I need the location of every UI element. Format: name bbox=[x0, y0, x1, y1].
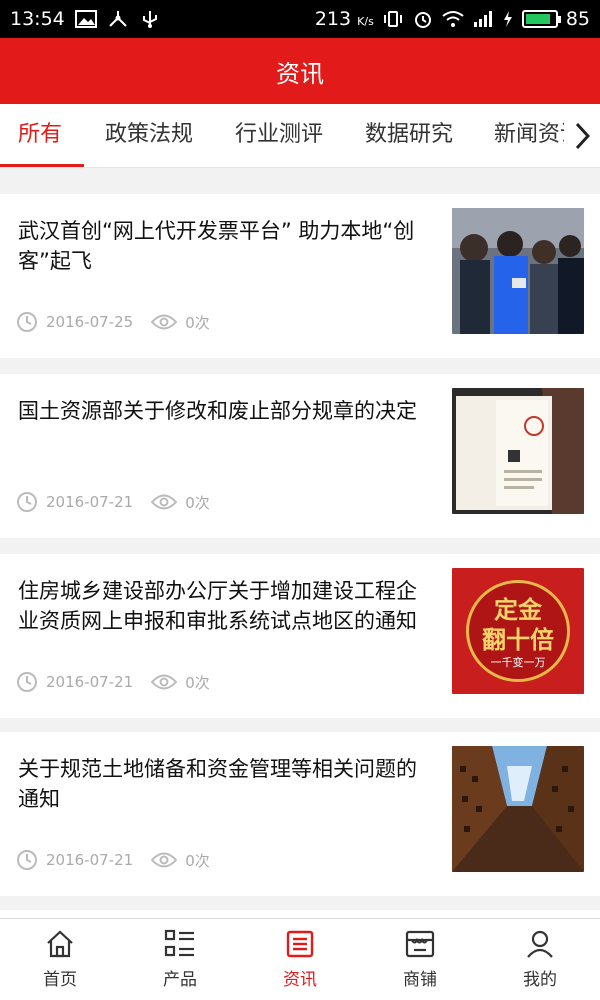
article-item-partial bbox=[0, 910, 600, 918]
tabs-scroll-right-button[interactable] bbox=[564, 104, 600, 167]
tab-all[interactable]: 所有 bbox=[18, 104, 62, 167]
article-date: 2016-07-25 bbox=[46, 313, 134, 331]
eye-icon bbox=[151, 852, 178, 868]
nav-shop-label: 商铺 bbox=[403, 970, 437, 990]
nav-products-label: 产品 bbox=[163, 970, 197, 990]
wifi-icon bbox=[442, 10, 464, 28]
nav-mine[interactable]: 我的 bbox=[480, 919, 600, 1000]
tab-policy[interactable]: 政策法规 bbox=[105, 104, 193, 167]
tab-data-research[interactable]: 数据研究 bbox=[365, 104, 453, 167]
article-meta: 2016-07-25 0次 bbox=[16, 311, 210, 333]
article-item[interactable]: 关于规范土地储备和资金管理等相关问题的通知 2016-07-21 0次 bbox=[0, 732, 600, 896]
article-item[interactable]: 住房城乡建设部办公厅关于增加建设工程企业资质网上申报和审批系统试点地区的通知 2… bbox=[0, 554, 600, 718]
image-icon bbox=[74, 10, 97, 28]
clock-icon bbox=[17, 672, 37, 692]
nav-products[interactable]: 产品 bbox=[120, 919, 240, 1000]
eye-icon bbox=[151, 314, 178, 330]
article-meta: 2016-07-21 0次 bbox=[16, 671, 210, 693]
share-network-icon bbox=[107, 10, 129, 28]
nav-home-label: 首页 bbox=[43, 970, 77, 990]
chevron-right-icon bbox=[575, 122, 590, 150]
article-meta: 2016-07-21 0次 bbox=[16, 849, 210, 871]
news-icon bbox=[286, 930, 314, 958]
article-views: 0次 bbox=[185, 851, 210, 870]
eye-icon bbox=[151, 494, 178, 510]
article-meta: 2016-07-21 0次 bbox=[16, 491, 210, 513]
nav-mine-label: 我的 bbox=[523, 970, 557, 990]
bottom-nav: 首页 产品 资讯 商铺 我的 bbox=[0, 918, 600, 1000]
clock-icon bbox=[17, 312, 37, 332]
page-header: 资讯 bbox=[0, 38, 600, 104]
clock-icon bbox=[17, 850, 37, 870]
active-tab-indicator bbox=[0, 164, 84, 167]
network-speed: 213 K/s bbox=[314, 8, 374, 30]
eye-icon bbox=[151, 674, 178, 690]
article-item[interactable]: 国土资源部关于修改和废止部分规章的决定 2016-07-21 0次 bbox=[0, 374, 600, 538]
status-time: 13:54 bbox=[10, 8, 65, 30]
grid-list-icon bbox=[164, 929, 194, 957]
promo-badge-photo-thumbnail[interactable]: 定金 翻十倍 一千变一万 bbox=[452, 568, 584, 694]
buildings-sky-photo-thumbnail[interactable] bbox=[452, 746, 584, 872]
article-views: 0次 bbox=[185, 313, 210, 332]
article-title: 武汉首创“网上代开发票平台” 助力本地“创客”起飞 bbox=[18, 219, 415, 273]
article-title: 关于规范土地储备和资金管理等相关问题的通知 bbox=[18, 757, 417, 811]
nav-shop[interactable]: 商铺 bbox=[360, 919, 480, 1000]
article-date: 2016-07-21 bbox=[46, 673, 134, 691]
promo-text-tenfold: 翻十倍 bbox=[482, 626, 554, 654]
article-date: 2016-07-21 bbox=[46, 493, 134, 511]
page-title: 资讯 bbox=[276, 59, 324, 88]
battery-icon bbox=[521, 10, 561, 28]
article-views: 0次 bbox=[185, 493, 210, 512]
home-icon bbox=[47, 930, 73, 958]
charging-icon bbox=[502, 10, 514, 28]
nav-home[interactable]: 首页 bbox=[0, 919, 120, 1000]
vibrate-icon bbox=[382, 10, 404, 28]
certificate-photo-thumbnail[interactable] bbox=[452, 388, 584, 514]
battery-percent: 85 bbox=[565, 8, 590, 30]
tab-industry-review[interactable]: 行业测评 bbox=[235, 104, 323, 167]
nav-news-label: 资讯 bbox=[283, 970, 317, 990]
promo-text-slogan: 一千变一万 bbox=[490, 656, 546, 669]
crowd-photo-thumbnail[interactable] bbox=[452, 208, 584, 334]
status-bar: 13:54 213 K/s 85 bbox=[0, 0, 600, 38]
clock-icon bbox=[17, 492, 37, 512]
user-icon bbox=[527, 930, 553, 958]
article-views: 0次 bbox=[185, 673, 210, 692]
category-tabs: 所有 政策法规 行业测评 数据研究 新闻资讯 bbox=[0, 104, 600, 168]
alarm-icon bbox=[412, 10, 434, 28]
article-item[interactable]: 武汉首创“网上代开发票平台” 助力本地“创客”起飞 2016-07-25 0次 bbox=[0, 194, 600, 358]
article-date: 2016-07-21 bbox=[46, 851, 134, 869]
usb-icon bbox=[139, 10, 161, 28]
article-title: 国土资源部关于修改和废止部分规章的决定 bbox=[18, 399, 417, 423]
article-title: 住房城乡建设部办公厅关于增加建设工程企业资质网上申报和审批系统试点地区的通知 bbox=[18, 579, 417, 633]
nav-news[interactable]: 资讯 bbox=[240, 919, 360, 1000]
signal-icon bbox=[472, 10, 494, 28]
shop-icon bbox=[405, 930, 435, 958]
